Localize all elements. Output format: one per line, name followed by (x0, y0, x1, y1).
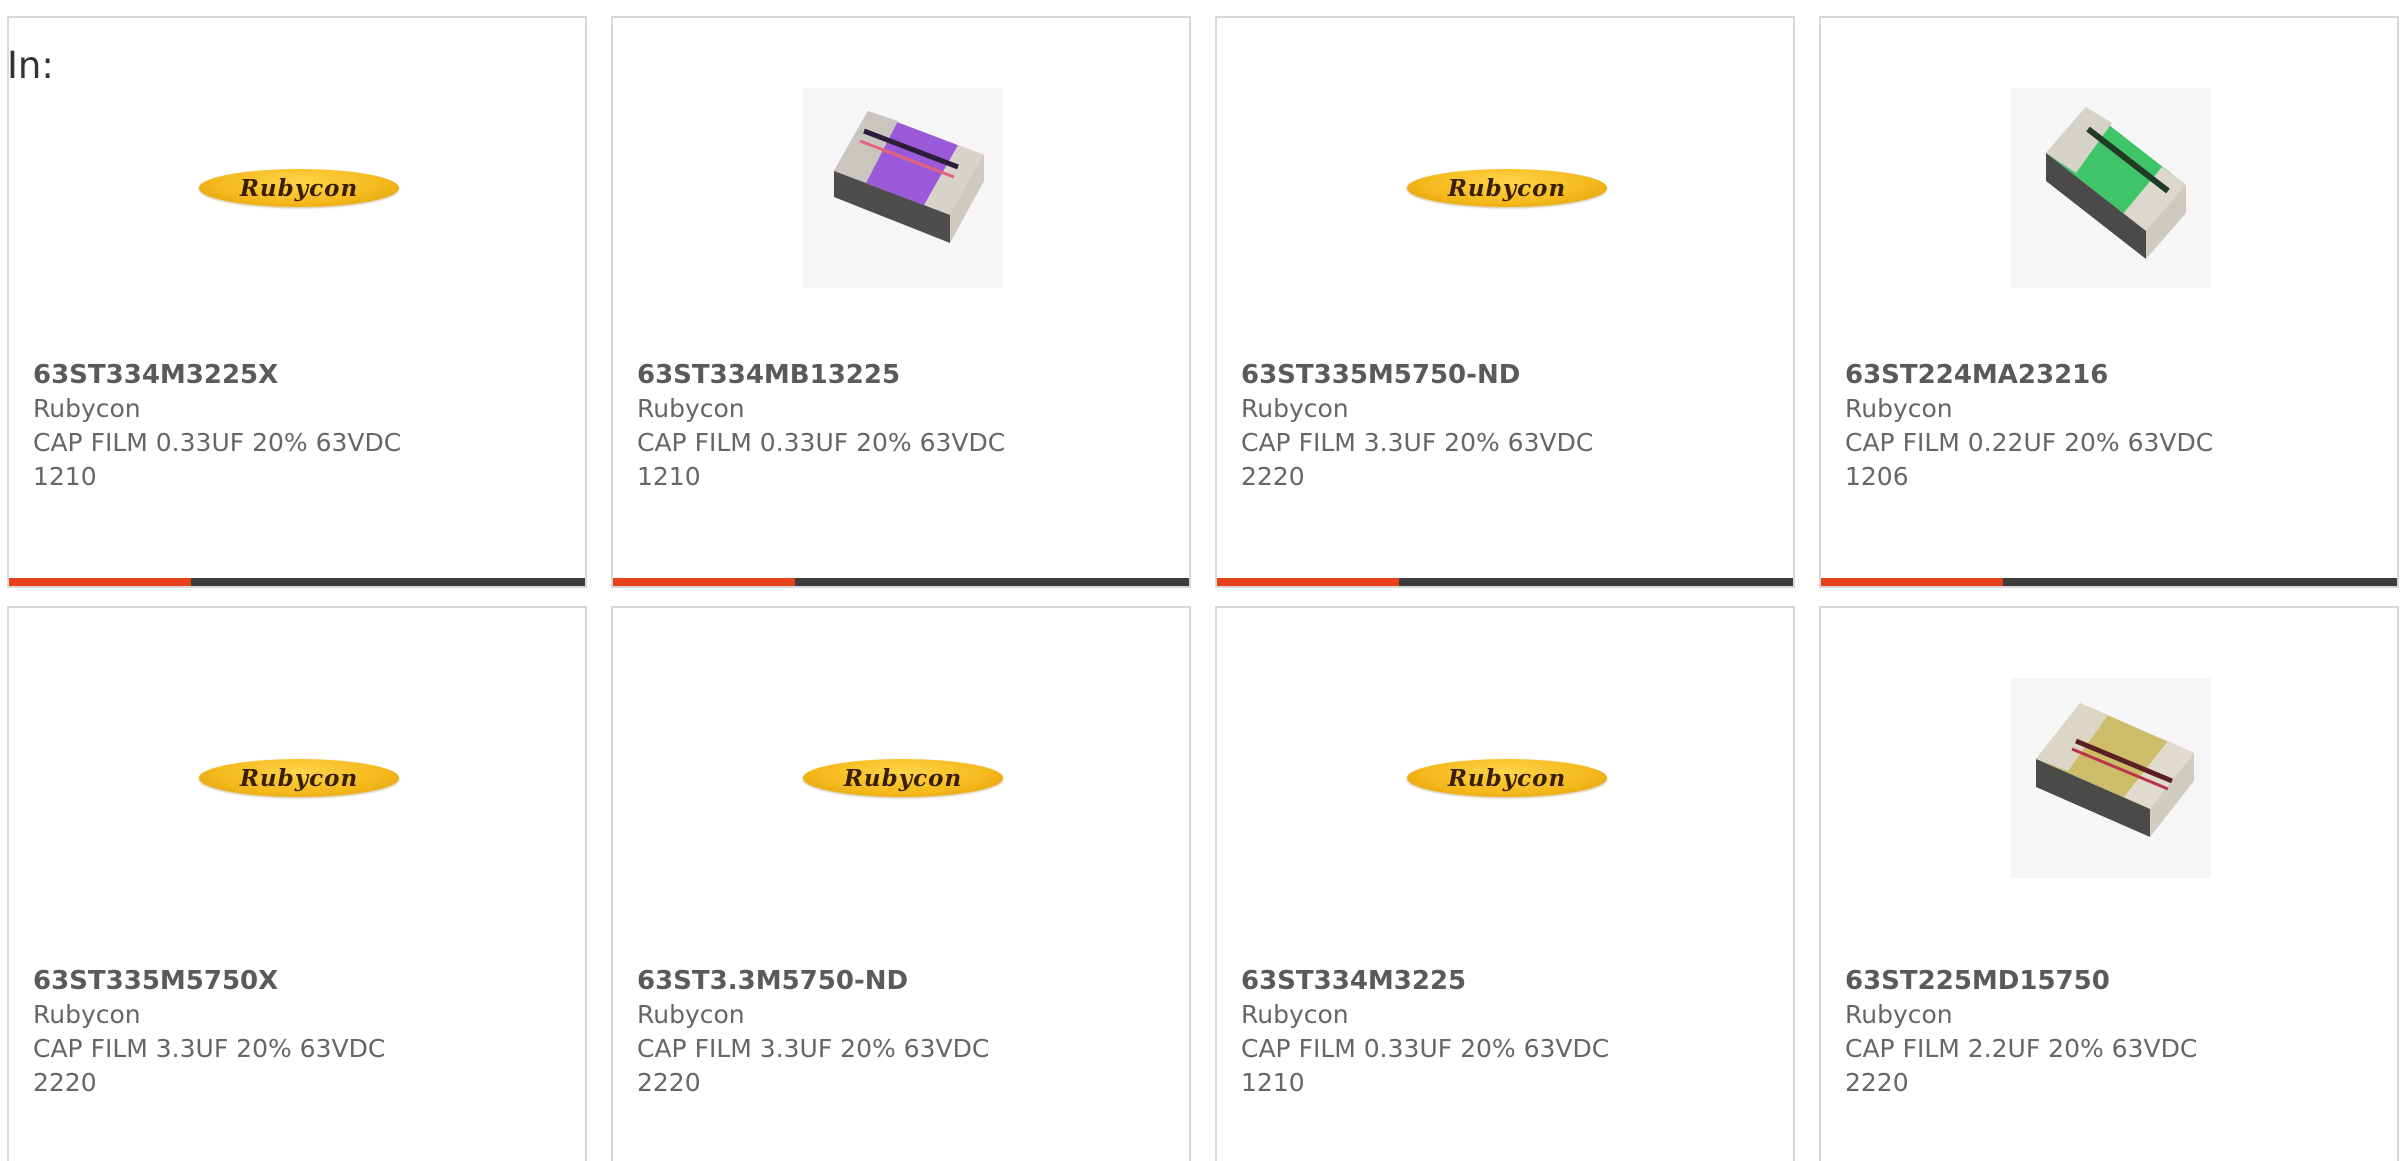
rubycon-logo: Rubycon (1407, 169, 1607, 207)
product-info: 63ST224MA23216 Rubycon CAP FILM 0.22UF 2… (1845, 358, 2213, 494)
manufacturer: Rubycon (33, 394, 141, 423)
description: CAP FILM 3.3UF 20% 63VDC (33, 1034, 386, 1063)
rubycon-logo: Rubycon (199, 169, 399, 207)
part-number: 63ST335M5750X (33, 966, 279, 996)
product-image (803, 88, 1003, 288)
description: CAP FILM 3.3UF 20% 63VDC (1241, 428, 1594, 457)
part-number: 63ST334MB13225 (637, 360, 901, 390)
product-info: 63ST335M5750X Rubycon CAP FILM 3.3UF 20%… (33, 964, 385, 1100)
product-card[interactable]: Rubycon 63ST335M5750X Rubycon CAP FILM 3… (7, 606, 587, 1161)
product-image (2011, 678, 2211, 878)
chip-gold-image (2011, 678, 2211, 878)
package: 2220 (1845, 1068, 1909, 1097)
package: 1210 (637, 462, 701, 491)
product-info: 63ST334M3225X Rubycon CAP FILM 0.33UF 20… (33, 358, 401, 494)
part-number: 63ST3.3M5750-ND (637, 966, 909, 996)
product-image: Rubycon (199, 88, 399, 288)
product-card[interactable]: 63ST224MA23216 Rubycon CAP FILM 0.22UF 2… (1819, 16, 2399, 588)
product-image: Rubycon (803, 678, 1003, 878)
product-grid-page: In: Rubycon 63ST334M3225X Rubycon CAP FI… (0, 0, 2400, 1161)
description: CAP FILM 0.33UF 20% 63VDC (33, 428, 402, 457)
description: CAP FILM 0.22UF 20% 63VDC (1845, 428, 2214, 457)
product-info: 63ST225MD15750 Rubycon CAP FILM 2.2UF 20… (1845, 964, 2197, 1100)
product-card[interactable]: 63ST225MD15750 Rubycon CAP FILM 2.2UF 20… (1819, 606, 2399, 1161)
manufacturer: Rubycon (637, 1000, 745, 1029)
card-bottom-bar (9, 578, 585, 586)
product-card[interactable]: Rubycon 63ST335M5750-ND Rubycon CAP FILM… (1215, 16, 1795, 588)
rubycon-logo: Rubycon (1407, 759, 1607, 797)
product-card[interactable]: Rubycon 63ST334M3225 Rubycon CAP FILM 0.… (1215, 606, 1795, 1161)
product-card[interactable]: Rubycon 63ST3.3M5750-ND Rubycon CAP FILM… (611, 606, 1191, 1161)
manufacturer: Rubycon (637, 394, 745, 423)
manufacturer: Rubycon (1241, 394, 1349, 423)
package: 1210 (33, 462, 97, 491)
package: 2220 (33, 1068, 97, 1097)
chip-green-image (2011, 88, 2211, 288)
product-info: 63ST3.3M5750-ND Rubycon CAP FILM 3.3UF 2… (637, 964, 989, 1100)
description: CAP FILM 2.2UF 20% 63VDC (1845, 1034, 2198, 1063)
part-number: 63ST334M3225X (33, 360, 279, 390)
description: CAP FILM 0.33UF 20% 63VDC (637, 428, 1006, 457)
manufacturer: Rubycon (1845, 394, 1953, 423)
product-info: 63ST335M5750-ND Rubycon CAP FILM 3.3UF 2… (1241, 358, 1593, 494)
manufacturer: Rubycon (33, 1000, 141, 1029)
part-number: 63ST225MD15750 (1845, 966, 2110, 996)
description: CAP FILM 0.33UF 20% 63VDC (1241, 1034, 1610, 1063)
card-bottom-bar (1821, 578, 2397, 586)
product-info: 63ST334M3225 Rubycon CAP FILM 0.33UF 20%… (1241, 964, 1609, 1100)
part-number: 63ST335M5750-ND (1241, 360, 1521, 390)
product-image: Rubycon (199, 678, 399, 878)
rubycon-logo: Rubycon (803, 759, 1003, 797)
description: CAP FILM 3.3UF 20% 63VDC (637, 1034, 990, 1063)
product-image: Rubycon (1407, 678, 1607, 878)
product-image: Rubycon (1407, 88, 1607, 288)
package: 1206 (1845, 462, 1909, 491)
manufacturer: Rubycon (1845, 1000, 1953, 1029)
product-info: 63ST334MB13225 Rubycon CAP FILM 0.33UF 2… (637, 358, 1005, 494)
part-number: 63ST224MA23216 (1845, 360, 2109, 390)
part-number: 63ST334M3225 (1241, 966, 1467, 996)
product-card[interactable]: 63ST334MB13225 Rubycon CAP FILM 0.33UF 2… (611, 16, 1191, 588)
rubycon-logo: Rubycon (199, 759, 399, 797)
chip-purple-image (803, 88, 1003, 288)
product-image (2011, 88, 2211, 288)
manufacturer: Rubycon (1241, 1000, 1349, 1029)
card-bottom-bar (613, 578, 1189, 586)
product-card[interactable]: Rubycon 63ST334M3225X Rubycon CAP FILM 0… (7, 16, 587, 588)
card-bottom-bar (1217, 578, 1793, 586)
package: 2220 (637, 1068, 701, 1097)
package: 1210 (1241, 1068, 1305, 1097)
package: 2220 (1241, 462, 1305, 491)
in-label: In: (7, 44, 54, 87)
